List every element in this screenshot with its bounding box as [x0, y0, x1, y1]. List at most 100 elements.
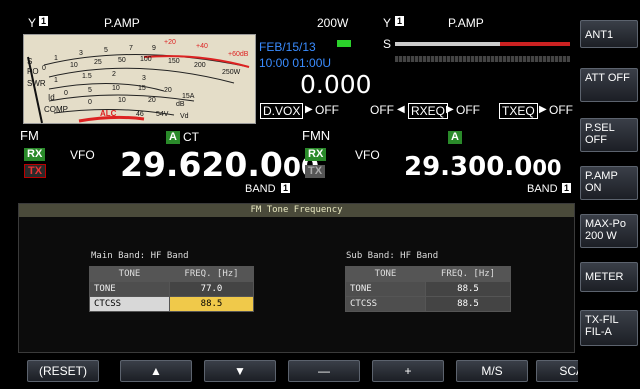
scale-id-0: 0: [64, 90, 68, 97]
main-ct-badge: A: [166, 131, 180, 144]
scale-top-7: 7: [129, 45, 133, 52]
softkey-meter[interactable]: METER: [580, 262, 638, 292]
sub-frequency[interactable]: 29.300.000: [404, 152, 562, 182]
meter-label-swr: SWR: [27, 79, 46, 88]
scale-top-3: 3: [79, 50, 83, 57]
main-frequency[interactable]: 29.620.000: [120, 145, 319, 184]
scale-id-5: 5: [88, 87, 92, 94]
power-label: 200W: [317, 16, 349, 30]
sub-s-label: S: [383, 37, 392, 51]
scale-comp-10: 10: [118, 97, 126, 104]
main-row-value: 77.0: [169, 281, 254, 297]
meter-label-s: S: [27, 57, 33, 66]
softkey-att[interactable]: ATT OFF: [580, 68, 638, 102]
scale-top-40: +40: [196, 43, 208, 50]
main-vfo-label: VFO: [70, 148, 95, 162]
scale-swr-3: 3: [142, 75, 146, 82]
sub-col-tone: TONE: [345, 266, 426, 282]
scale-vd-54: 54V: [156, 111, 169, 118]
down-key[interactable]: ▼: [204, 360, 276, 382]
analog-meter: S PO SWR Id COMP ALC 1 3 5 7 9 +20 +40 +…: [23, 34, 256, 124]
scale-po-200: 200: [194, 62, 206, 69]
table-row[interactable]: TONE 77.0: [89, 281, 254, 297]
sub-freq-tail: 00: [532, 156, 562, 180]
main-band-label: BAND: [245, 183, 276, 195]
battery-icon: [337, 40, 351, 47]
meter-label-alc: ALC: [100, 109, 117, 118]
dvox-arrow-icon: ▶: [305, 104, 313, 115]
sub-row-value: 88.5: [425, 296, 511, 312]
scale-top-9: 9: [152, 45, 156, 52]
ms-key[interactable]: M/S: [456, 360, 528, 382]
main-col-freq: FREQ. [Hz]: [169, 266, 254, 282]
main-col-tone: TONE: [89, 266, 170, 282]
sub-freq-digits: 29.300.0: [404, 152, 533, 182]
main-tx-badge: TX: [24, 164, 47, 178]
scale-top-20: +20: [164, 39, 176, 46]
softkey-column: ANT1 ATT OFF P.SEL OFF P.AMP ON MAX-Po 2…: [578, 0, 640, 389]
txeq-button[interactable]: TXEQ: [499, 103, 538, 119]
sub-row-value: 88.5: [425, 281, 511, 297]
main-band-num: 1: [281, 183, 291, 193]
dvox-state: OFF: [315, 103, 339, 117]
scale-vd-label: Vd: [180, 113, 189, 120]
scale-po-50: 50: [118, 57, 126, 64]
sub-mode: FMN: [302, 128, 331, 143]
table-row-selected[interactable]: CTCSS 88.5: [89, 296, 254, 312]
sub-band-num: 1: [562, 183, 572, 193]
scale-top-1: 1: [54, 55, 58, 62]
dvox-button[interactable]: D.VOX: [260, 103, 304, 119]
softkey-txfil[interactable]: TX-FIL FIL-A: [580, 310, 638, 346]
fm-tone-panel: FM Tone Frequency Main Band: HF Band TON…: [18, 203, 575, 353]
meter-label-id: Id: [48, 93, 55, 102]
scale-comp-0: 0: [88, 99, 92, 106]
sub-a-badge: A: [448, 131, 462, 144]
panel-title: FM Tone Frequency: [19, 204, 574, 217]
scale-id-15a: 15A: [182, 93, 195, 100]
main-band-heading: Main Band: HF Band: [91, 251, 189, 261]
scale-po-150: 150: [168, 58, 180, 65]
txeq-state: OFF: [549, 103, 573, 117]
sub-band-label: BAND: [527, 183, 558, 195]
left-arrow-icon: ◀: [397, 104, 405, 115]
softkey-maxpo[interactable]: MAX-Po 200 W: [580, 214, 638, 248]
up-key[interactable]: ▲: [120, 360, 192, 382]
rxeq-button[interactable]: RXEQ: [408, 103, 449, 119]
main-row-label: CTCSS: [89, 296, 170, 312]
plus-key[interactable]: +: [372, 360, 444, 382]
main-ct-label: CT: [183, 130, 199, 144]
time-label: 10:00 01:00U: [259, 56, 332, 70]
sub-row-label: CTCSS: [345, 296, 426, 312]
softkey-psel[interactable]: P.SEL OFF: [580, 118, 638, 152]
scale-po-0: 0: [42, 65, 46, 72]
main-value: 0.000: [300, 70, 372, 99]
softkey-pamp[interactable]: P.AMP ON: [580, 166, 638, 200]
sub-signal-icon: Y: [383, 16, 392, 30]
scale-po-10: 10: [70, 62, 78, 69]
sub-meter-bar: [395, 56, 570, 62]
softkey-ant1[interactable]: ANT1: [580, 20, 638, 48]
main-freq-digits: 29.620.0: [120, 145, 283, 184]
signal-icon: Y: [28, 16, 37, 30]
sub-s-meter-red: [500, 42, 570, 46]
sub-col-freq: FREQ. [Hz]: [425, 266, 511, 282]
scale-swr-1: 1: [54, 77, 58, 84]
scale-swr-2: 2: [112, 71, 116, 78]
main-row-value-selected[interactable]: 88.5: [169, 296, 254, 312]
reset-key[interactable]: (RESET): [27, 360, 99, 382]
scale-po-25: 25: [94, 59, 102, 66]
scale-vd-46: 46: [136, 111, 144, 118]
meter-label-comp: COMP: [44, 105, 68, 114]
main-display: Y 1 P.AMP 200W Y 1 P.AMP S PO SWR Id COM…: [0, 0, 616, 389]
scale-comp-db: dB: [176, 101, 185, 108]
minus-key[interactable]: —: [288, 360, 360, 382]
txeq-arrow-icon: ▶: [539, 104, 547, 115]
rxeq-state: OFF: [456, 103, 480, 117]
table-row[interactable]: TONE 88.5: [345, 281, 511, 297]
scale-top-5: 5: [104, 47, 108, 54]
rxeq-arrow-icon: ▶: [446, 104, 454, 115]
sub-row-label: TONE: [345, 281, 426, 297]
meter-label-po: PO: [27, 67, 39, 76]
ant-badge: 1: [39, 16, 49, 26]
table-row[interactable]: CTCSS 88.5: [345, 296, 511, 312]
